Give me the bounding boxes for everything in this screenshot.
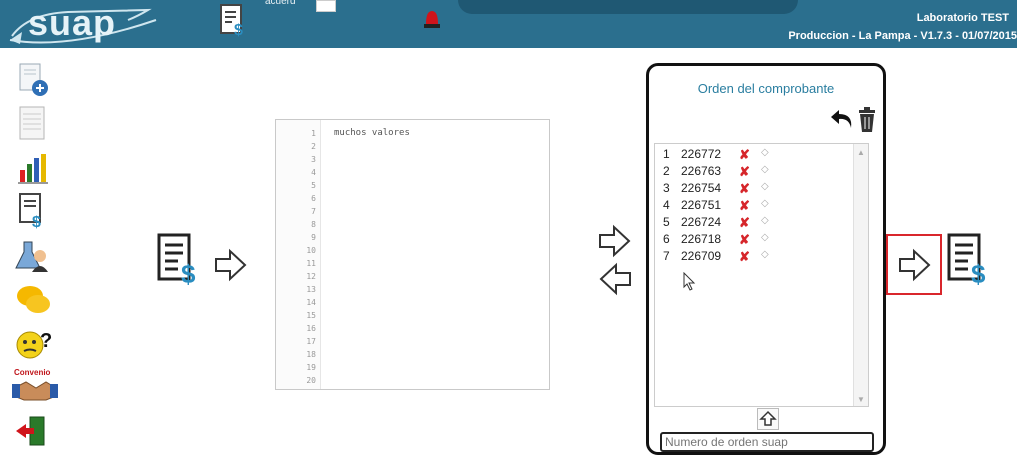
row-index: 2 bbox=[663, 164, 670, 178]
trash-icon[interactable] bbox=[857, 107, 877, 133]
arrow-right-icon[interactable] bbox=[214, 248, 248, 282]
move-handle-icon[interactable]: ◇ bbox=[761, 249, 769, 260]
line-number: 1 bbox=[311, 129, 316, 138]
move-handle-icon[interactable]: ◇ bbox=[761, 147, 769, 158]
row-number: 226724 bbox=[681, 215, 722, 229]
row-index: 1 bbox=[663, 147, 670, 161]
logo-text: suap bbox=[28, 2, 117, 43]
arrow-right-icon bbox=[899, 248, 931, 282]
svg-text:?: ? bbox=[40, 330, 52, 352]
row-number: 226763 bbox=[681, 164, 722, 178]
line-number: 3 bbox=[311, 155, 316, 164]
billing-document-large-icon: $ bbox=[947, 233, 986, 287]
lab-name: Laboratorio TEST bbox=[916, 12, 1009, 24]
code-editor[interactable]: 1 2 3 4 5 6 7 8 9 10 11 12 13 14 15 16 1… bbox=[275, 119, 550, 390]
row-index: 3 bbox=[663, 181, 670, 195]
remove-icon[interactable]: ✘ bbox=[739, 181, 750, 197]
line-number: 12 bbox=[306, 272, 316, 281]
row-number: 226754 bbox=[681, 181, 722, 195]
top-label: acuerd bbox=[265, 0, 296, 7]
top-notification-bar bbox=[458, 0, 798, 14]
list-scrollbar[interactable]: ▲ ▼ bbox=[853, 144, 868, 406]
bar-chart-icon[interactable] bbox=[14, 150, 54, 186]
mouse-cursor-icon bbox=[683, 272, 696, 291]
move-handle-icon[interactable]: ◇ bbox=[761, 232, 769, 243]
next-step-button[interactable] bbox=[886, 234, 942, 295]
row-index: 7 bbox=[663, 249, 670, 263]
chat-bubbles-icon[interactable] bbox=[14, 282, 54, 318]
row-number: 226709 bbox=[681, 249, 722, 263]
line-number: 19 bbox=[306, 363, 316, 372]
arrow-up-icon bbox=[759, 410, 777, 426]
undo-icon[interactable] bbox=[829, 106, 855, 130]
exit-icon[interactable] bbox=[14, 414, 54, 450]
line-number: 15 bbox=[306, 311, 316, 320]
row-index: 4 bbox=[663, 198, 670, 212]
move-handle-icon[interactable]: ◇ bbox=[761, 164, 769, 175]
svg-text:$: $ bbox=[971, 259, 986, 287]
row-number: 226772 bbox=[681, 147, 722, 161]
remove-icon[interactable]: ✘ bbox=[739, 215, 750, 231]
remove-icon[interactable]: ✘ bbox=[739, 249, 750, 265]
line-number: 7 bbox=[311, 207, 316, 216]
scroll-up-icon[interactable]: ▲ bbox=[857, 148, 865, 157]
row-index: 6 bbox=[663, 232, 670, 246]
line-number: 2 bbox=[311, 142, 316, 151]
line-number: 6 bbox=[311, 194, 316, 203]
line-number: 16 bbox=[306, 324, 316, 333]
line-number: 13 bbox=[306, 285, 316, 294]
remove-icon[interactable]: ✘ bbox=[739, 198, 750, 214]
move-up-button[interactable] bbox=[757, 408, 779, 430]
row-number: 226751 bbox=[681, 198, 722, 212]
row-number: 226718 bbox=[681, 232, 722, 246]
remove-icon[interactable]: ✘ bbox=[739, 147, 750, 163]
line-gutter: 1 2 3 4 5 6 7 8 9 10 11 12 13 14 15 16 1… bbox=[276, 120, 321, 389]
line-number: 9 bbox=[311, 233, 316, 242]
row-index: 5 bbox=[663, 215, 670, 229]
svg-text:$: $ bbox=[32, 214, 41, 229]
convenio-button[interactable]: Convenio bbox=[12, 368, 58, 404]
help-icon[interactable]: ? bbox=[14, 325, 54, 361]
billing-document-icon[interactable]: $ bbox=[218, 4, 250, 38]
line-number: 8 bbox=[311, 220, 316, 229]
lab-technician-icon[interactable] bbox=[14, 238, 54, 274]
move-handle-icon[interactable]: ◇ bbox=[761, 215, 769, 226]
handshake-icon bbox=[12, 381, 58, 401]
editor-content[interactable]: muchos valores bbox=[334, 128, 410, 138]
order-number-input[interactable] bbox=[660, 432, 874, 452]
remove-icon[interactable]: ✘ bbox=[739, 232, 750, 248]
report-sheet-icon[interactable] bbox=[14, 106, 54, 142]
order-panel: Orden del comprobante 1 226772 ✘ ◇ 2 226… bbox=[646, 63, 886, 455]
order-panel-title: Orden del comprobante bbox=[697, 81, 835, 96]
line-number: 4 bbox=[311, 168, 316, 177]
line-number: 10 bbox=[306, 246, 316, 255]
move-left-arrow-icon[interactable] bbox=[598, 262, 632, 296]
new-document-icon[interactable] bbox=[14, 62, 54, 98]
line-number: 5 bbox=[311, 181, 316, 190]
line-number: 17 bbox=[306, 337, 316, 346]
scroll-down-icon[interactable]: ▼ bbox=[857, 395, 865, 404]
suap-logo[interactable]: suap bbox=[4, 2, 157, 46]
billing-document-large-icon: $ bbox=[157, 233, 196, 287]
svg-text:$: $ bbox=[181, 259, 196, 287]
svg-text:$: $ bbox=[234, 22, 243, 38]
move-right-arrow-icon[interactable] bbox=[598, 224, 632, 258]
alarm-light-icon[interactable] bbox=[423, 8, 441, 30]
remove-icon[interactable]: ✘ bbox=[739, 164, 750, 180]
line-number: 20 bbox=[306, 376, 316, 385]
line-number: 14 bbox=[306, 298, 316, 307]
top-select[interactable] bbox=[316, 0, 336, 12]
move-handle-icon[interactable]: ◇ bbox=[761, 198, 769, 209]
top-bar: suap $ acuerd Laboratorio TEST Produccio… bbox=[0, 0, 1017, 48]
move-handle-icon[interactable]: ◇ bbox=[761, 181, 769, 192]
billing-document-icon[interactable]: $ bbox=[14, 193, 54, 229]
environment-info: Produccion - La Pampa - V1.7.3 - 01/07/2… bbox=[788, 30, 1017, 42]
line-number: 18 bbox=[306, 350, 316, 359]
line-number: 11 bbox=[306, 259, 316, 268]
